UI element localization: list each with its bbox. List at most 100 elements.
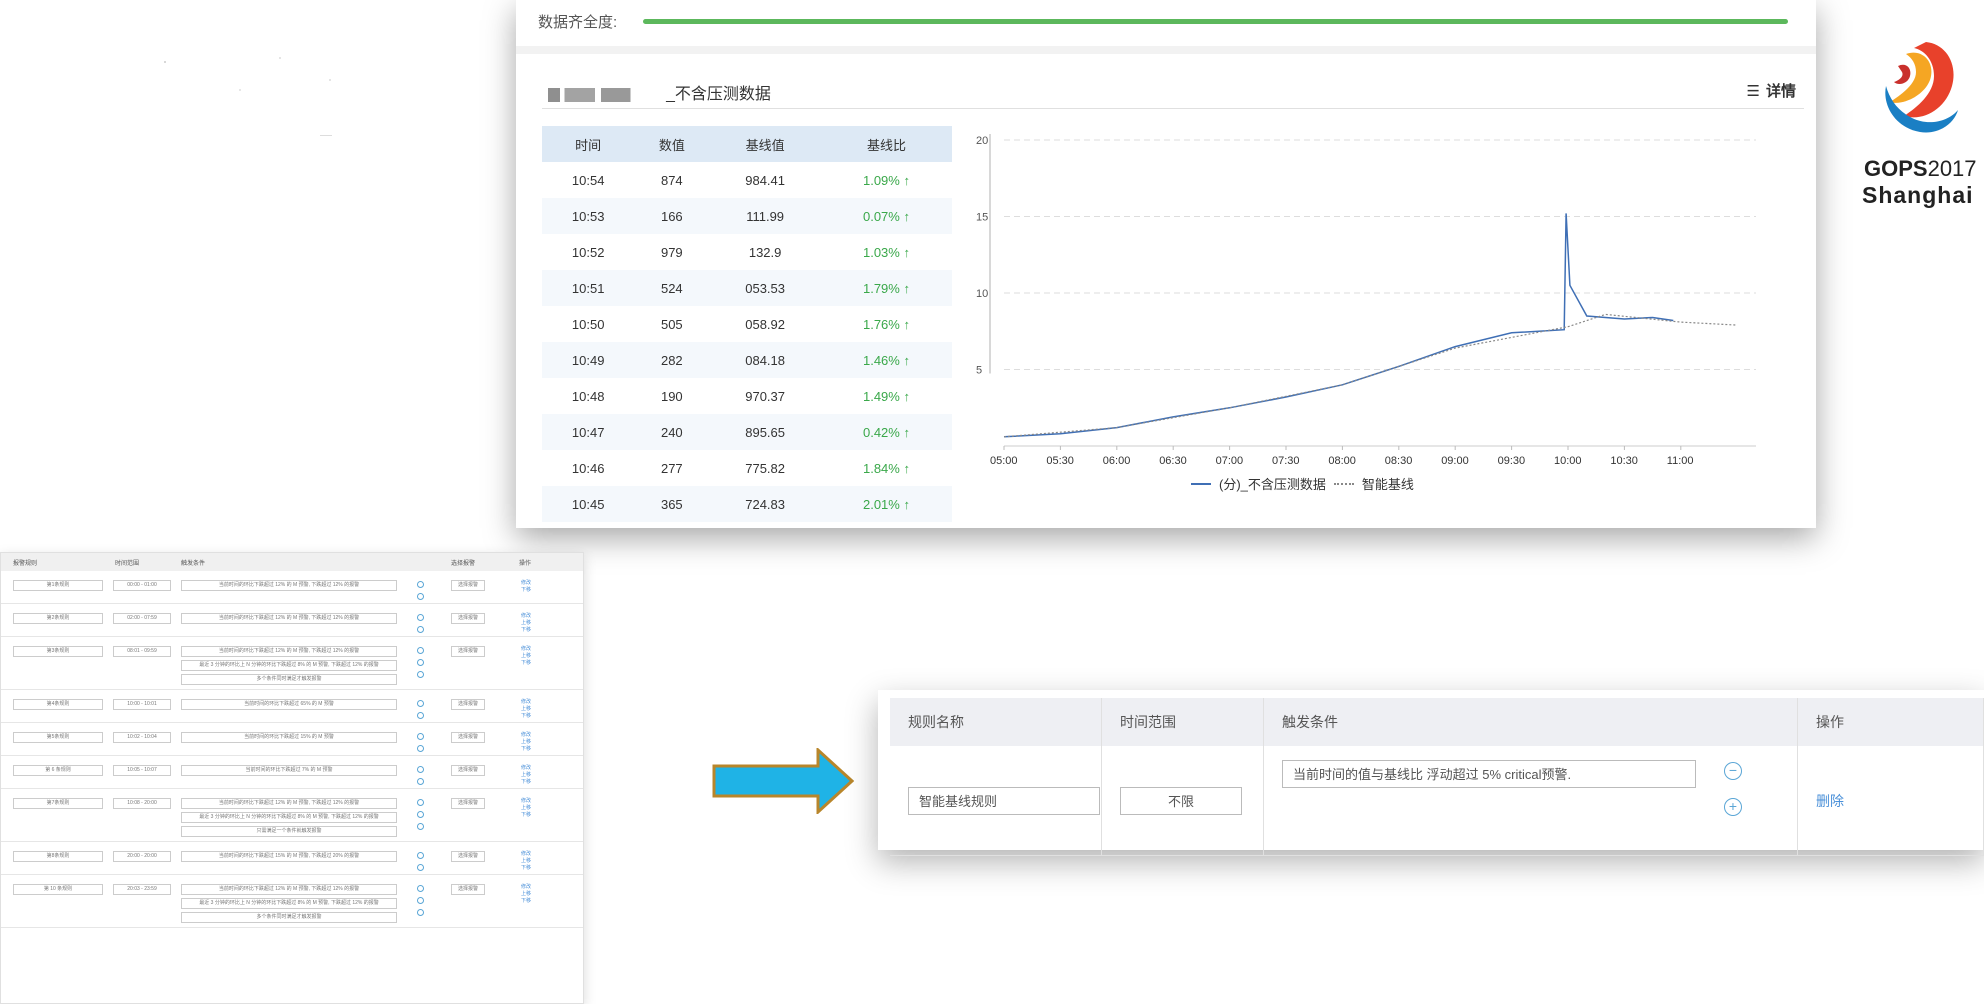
- op-link[interactable]: 修改: [521, 732, 531, 739]
- op-link[interactable]: 上移: [521, 858, 531, 865]
- delete-link[interactable]: 删除: [1816, 793, 1844, 809]
- rule-name-field[interactable]: 第7条规则: [13, 798, 103, 809]
- op-link[interactable]: 上移: [521, 772, 531, 779]
- rule-name-field[interactable]: 第 10 条规则: [13, 884, 103, 895]
- circle-icon[interactable]: [417, 593, 424, 600]
- condition-field[interactable]: 当前时间的环比下跌超过 12% 的 M 预警, 下跌超过 12% 的报警: [181, 646, 397, 657]
- circle-icon[interactable]: [417, 581, 424, 588]
- select-alarm-button[interactable]: 选择报警: [451, 613, 485, 624]
- time-range-field[interactable]: 10:02 - 10:04: [113, 732, 171, 743]
- circle-icon[interactable]: [417, 799, 424, 806]
- circle-icon[interactable]: [417, 897, 424, 904]
- op-link[interactable]: 下移: [521, 660, 531, 667]
- condition-field[interactable]: 当前时间的环比下跌超过 7% 的 M 预警: [181, 765, 397, 776]
- circle-icon[interactable]: [417, 885, 424, 892]
- op-link[interactable]: 上移: [521, 653, 531, 660]
- circle-icon[interactable]: [417, 700, 424, 707]
- op-link[interactable]: 修改: [521, 798, 531, 805]
- rule-name-field[interactable]: 第1条规则: [13, 580, 103, 591]
- op-link[interactable]: 下移: [521, 812, 531, 819]
- logo-city: Shanghai: [1862, 182, 1974, 208]
- op-link[interactable]: 修改: [521, 646, 531, 653]
- op-link[interactable]: 上移: [521, 706, 531, 713]
- select-alarm-button[interactable]: 选择报警: [451, 646, 485, 657]
- select-alarm-button[interactable]: 选择报警: [451, 798, 485, 809]
- op-link[interactable]: 下移: [521, 713, 531, 720]
- circle-icon[interactable]: [417, 811, 424, 818]
- select-alarm-button[interactable]: 选择报警: [451, 851, 485, 862]
- rule-name-input[interactable]: 智能基线规则: [908, 786, 1100, 815]
- circle-icon[interactable]: [417, 614, 424, 621]
- op-link[interactable]: 下移: [521, 865, 531, 872]
- op-link[interactable]: 下移: [521, 779, 531, 786]
- op-link[interactable]: 下移: [521, 746, 531, 753]
- circle-icon[interactable]: [417, 626, 424, 633]
- circle-icon[interactable]: [417, 647, 424, 654]
- condition-field[interactable]: 当前时间的环比下跌超过 65% 的 M 预警: [181, 699, 397, 710]
- time-range-field[interactable]: 08:01 - 09:59: [113, 646, 171, 657]
- circle-icon[interactable]: [417, 864, 424, 871]
- op-link[interactable]: 下移: [521, 587, 531, 594]
- condition-field[interactable]: 当前时间的环比下跌超过 15% 的 M 预警, 下跌超过 20% 的报警: [181, 851, 397, 862]
- time-range-field[interactable]: 10:08 - 20:00: [113, 798, 171, 809]
- condition-field[interactable]: 当前时间的环比下跌超过 15% 的 M 预警: [181, 732, 397, 743]
- legend-item-baseline[interactable]: 智能基线: [1362, 474, 1414, 493]
- rule-name-field[interactable]: 第4条规则: [13, 699, 103, 710]
- op-link[interactable]: 上移: [521, 739, 531, 746]
- circle-icon[interactable]: [417, 733, 424, 740]
- legend-item-actual[interactable]: (分)_不含压测数据: [1219, 474, 1326, 493]
- rule-name-field[interactable]: 第8条规则: [13, 851, 103, 862]
- select-alarm-button[interactable]: 选择报警: [451, 765, 485, 776]
- select-alarm-button[interactable]: 选择报警: [451, 699, 485, 710]
- op-link[interactable]: 修改: [521, 580, 531, 587]
- time-range-field[interactable]: 20:03 - 23:59: [113, 884, 171, 895]
- condition-field[interactable]: 只需满足一个条件就触发报警: [181, 826, 397, 837]
- condition-field[interactable]: 最近 3 分钟的环比上 N 分钟的环比下跌超过 8% 的 M 预警, 下跌超过 …: [181, 660, 397, 671]
- op-link[interactable]: 下移: [521, 627, 531, 634]
- select-alarm-button[interactable]: 选择报警: [451, 732, 485, 743]
- detail-button[interactable]: ☰ 详情: [1747, 80, 1796, 101]
- op-link[interactable]: 修改: [521, 884, 531, 891]
- condition-field[interactable]: 当前时间的环比下跌超过 12% 的 M 预警, 下跌超过 12% 的报警: [181, 884, 397, 895]
- circle-icon[interactable]: [417, 852, 424, 859]
- circle-icon[interactable]: [417, 778, 424, 785]
- time-range-field[interactable]: 00:00 - 01:00: [113, 580, 171, 591]
- op-link[interactable]: 上移: [521, 891, 531, 898]
- condition-field[interactable]: 多个条件同时满足才触发报警: [181, 674, 397, 685]
- condition-field[interactable]: 最近 3 分钟的环比上 N 分钟的环比下跌超过 8% 的 M 预警, 下跌超过 …: [181, 898, 397, 909]
- rule-name-field[interactable]: 第3条规则: [13, 646, 103, 657]
- time-range-field[interactable]: 10:00 - 10:01: [113, 699, 171, 710]
- op-link[interactable]: 修改: [521, 613, 531, 620]
- condition-field[interactable]: 当前时间的环比下跌超过 12% 的 M 预警, 下跌超过 12% 的报警: [181, 613, 397, 624]
- op-link[interactable]: 修改: [521, 851, 531, 858]
- time-range-select[interactable]: 不限: [1120, 786, 1242, 815]
- op-link[interactable]: 修改: [521, 699, 531, 706]
- circle-icon[interactable]: [417, 823, 424, 830]
- circle-icon[interactable]: [417, 671, 424, 678]
- add-condition-icon[interactable]: +: [1724, 798, 1742, 816]
- time-range-field[interactable]: 20:00 - 20:00: [113, 851, 171, 862]
- rule-name-field[interactable]: 第 6 条规则: [13, 765, 103, 776]
- circle-icon[interactable]: [417, 766, 424, 773]
- time-range-field[interactable]: 10:05 - 10:07: [113, 765, 171, 776]
- condition-field[interactable]: 多个条件同时满足才触发报警: [181, 912, 397, 923]
- trigger-condition-field[interactable]: 当前时间的值与基线比 浮动超过 5% critical预警.: [1282, 760, 1696, 788]
- circle-icon[interactable]: [417, 745, 424, 752]
- time-range-field[interactable]: 02:00 - 07:59: [113, 613, 171, 624]
- select-alarm-button[interactable]: 选择报警: [451, 884, 485, 895]
- circle-icon[interactable]: [417, 659, 424, 666]
- op-link[interactable]: 修改: [521, 765, 531, 772]
- select-alarm-button[interactable]: 选择报警: [451, 580, 485, 591]
- circle-icon[interactable]: [417, 712, 424, 719]
- condition-field[interactable]: 最近 3 分钟的环比上 N 分钟的环比下跌超过 8% 的 M 预警, 下跌超过 …: [181, 812, 397, 823]
- circle-icon[interactable]: [417, 909, 424, 916]
- op-link[interactable]: 下移: [521, 898, 531, 905]
- condition-field[interactable]: 当前时间的环比下跌超过 12% 的 M 预警, 下跌超过 12% 的报警: [181, 580, 397, 591]
- cell-ratio: 1.03% ↑: [862, 244, 910, 260]
- rule-name-field[interactable]: 第2条规则: [13, 613, 103, 624]
- condition-field[interactable]: 当前时间的环比下跌超过 12% 的 M 预警, 下跌超过 12% 的报警: [181, 798, 397, 809]
- remove-condition-icon[interactable]: −: [1724, 762, 1742, 780]
- op-link[interactable]: 上移: [521, 620, 531, 627]
- op-link[interactable]: 上移: [521, 805, 531, 812]
- rule-name-field[interactable]: 第5条规则: [13, 732, 103, 743]
